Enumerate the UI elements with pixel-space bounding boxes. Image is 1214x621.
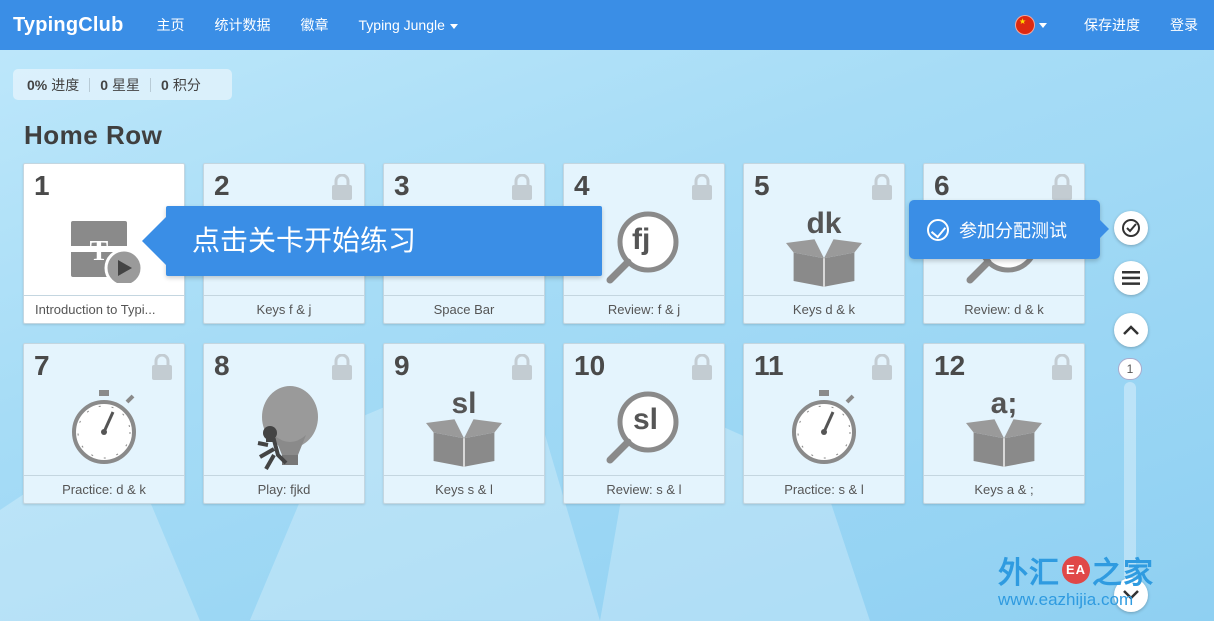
lesson-number: 3 — [394, 170, 410, 201]
lesson-card-10[interactable]: 10 sl Review: s & l — [563, 343, 725, 504]
nav-stats[interactable]: 统计数据 — [215, 15, 271, 35]
menu-button[interactable] — [1114, 261, 1148, 295]
lesson-label: Review: d & k — [924, 295, 1084, 323]
lesson-label: Keys d & k — [744, 295, 904, 323]
points-label: 积分 — [172, 76, 201, 93]
lesson-number: 6 — [934, 170, 950, 201]
box-icon: sl — [384, 380, 544, 476]
watermark-title-right: 之家 — [1092, 557, 1154, 590]
progress-value: 0% — [27, 76, 48, 93]
stars-label: 星星 — [112, 76, 141, 93]
box-icon: a; — [924, 380, 1084, 476]
lesson-label: Practice: d & k — [24, 475, 184, 503]
lesson-label: Play: fjkd — [204, 475, 364, 503]
lesson-label: Space Bar — [384, 295, 544, 323]
lesson-card-5[interactable]: 5 dk Keys d & k — [743, 163, 905, 324]
nav-badges[interactable]: 徽章 — [301, 15, 329, 35]
nav-home[interactable]: 主页 — [157, 15, 185, 35]
lesson-number: 1 — [34, 170, 50, 201]
lesson-number: 9 — [394, 350, 410, 381]
nav-typing-jungle-label: Typing Jungle — [358, 17, 445, 33]
lesson-glyph: fj — [632, 223, 651, 256]
progress-label: 进度 — [51, 76, 80, 93]
lesson-glyph: a; — [990, 387, 1018, 420]
lesson-glyph: sl — [633, 403, 659, 436]
page-indicator: 1 — [1118, 358, 1142, 380]
check-circle-icon — [927, 218, 949, 241]
check-circle-icon — [1122, 219, 1140, 237]
watermark-url: www.eazhijia.com — [998, 590, 1134, 609]
lesson-number: 10 — [574, 350, 606, 381]
stats-summary: 0% 进度 0 星星 0 积分 — [13, 69, 232, 100]
stars-value: 0 — [100, 76, 109, 93]
watermark-title-left: 外汇 — [998, 557, 1060, 590]
nav-right: 保存进度 登录 — [1015, 0, 1214, 50]
hamburger-menu-icon — [1122, 271, 1140, 285]
lock-icon — [331, 354, 353, 380]
lock-icon — [691, 174, 713, 200]
china-flag-icon[interactable] — [1015, 15, 1035, 35]
scroll-up-button[interactable] — [1114, 313, 1148, 347]
placement-test-button[interactable]: 参加分配测试 — [909, 200, 1109, 259]
lesson-label: Review: f & j — [564, 295, 724, 323]
stopwatch-icon — [24, 380, 184, 476]
lesson-card-12[interactable]: 12 a; Keys a & ; — [923, 343, 1085, 504]
lock-icon — [691, 354, 713, 380]
magnifier-icon: sl — [564, 380, 724, 476]
watermark-title: 外汇 EA 之家 — [998, 548, 1168, 592]
divider — [150, 77, 152, 92]
lesson-card-8[interactable]: 8 Play: fjkd — [203, 343, 365, 504]
box-icon: dk — [744, 200, 904, 296]
chevron-down-icon[interactable] — [1039, 22, 1047, 28]
placement-test-label: 参加分配测试 — [959, 220, 1067, 241]
points-value: 0 — [161, 76, 169, 93]
save-progress-link[interactable]: 保存进度 — [1084, 15, 1140, 35]
lesson-number: 8 — [214, 350, 230, 381]
lesson-number: 7 — [34, 350, 50, 381]
nav-typing-jungle[interactable]: Typing Jungle — [359, 17, 458, 33]
lesson-card-11[interactable]: 11 Practice: s & l — [743, 343, 905, 504]
stopwatch-icon — [744, 380, 904, 476]
lock-icon — [151, 354, 173, 380]
lesson-number: 5 — [754, 170, 770, 201]
lesson-card-9[interactable]: 9 sl Keys s & l — [383, 343, 545, 504]
lesson-glyph: dk — [806, 207, 842, 240]
login-link[interactable]: 登录 — [1170, 15, 1198, 35]
start-lesson-tooltip: 点击关卡开始练习 — [142, 206, 602, 276]
balloon-game-icon — [204, 380, 364, 476]
lesson-label: Keys f & j — [204, 295, 364, 323]
lock-icon — [331, 174, 353, 200]
lock-icon — [511, 174, 533, 200]
lesson-glyph: sl — [451, 387, 477, 420]
background-decoration — [0, 350, 870, 621]
lock-icon — [871, 174, 893, 200]
lesson-label: Keys s & l — [384, 475, 544, 503]
watermark: 外汇 EA 之家 www.eazhijia.com — [998, 548, 1168, 610]
top-navbar: TypingClub 主页 统计数据 徽章 Typing Jungle 保存进度… — [0, 0, 1214, 50]
lock-icon — [511, 354, 533, 380]
placement-check-button[interactable] — [1114, 211, 1148, 245]
chevron-up-icon — [1123, 325, 1139, 335]
brand-logo[interactable]: TypingClub — [13, 14, 124, 37]
lesson-number: 4 — [574, 170, 590, 201]
watermark-seal: EA — [1062, 556, 1090, 584]
lesson-label: Practice: s & l — [744, 475, 904, 503]
chevron-down-icon — [449, 23, 458, 29]
lesson-label: Review: s & l — [564, 475, 724, 503]
divider — [89, 77, 91, 92]
lesson-number: 2 — [214, 170, 230, 201]
section-title: Home Row — [24, 120, 163, 150]
lock-icon — [871, 354, 893, 380]
lesson-card-7[interactable]: 7 Practice: d & k — [23, 343, 185, 504]
lesson-label: Introduction to Typi... — [24, 295, 184, 323]
lock-icon — [1051, 174, 1073, 200]
lesson-number: 12 — [934, 350, 966, 381]
lesson-label: Keys a & ; — [924, 475, 1084, 503]
lock-icon — [1051, 354, 1073, 380]
lesson-number: 11 — [754, 350, 784, 381]
